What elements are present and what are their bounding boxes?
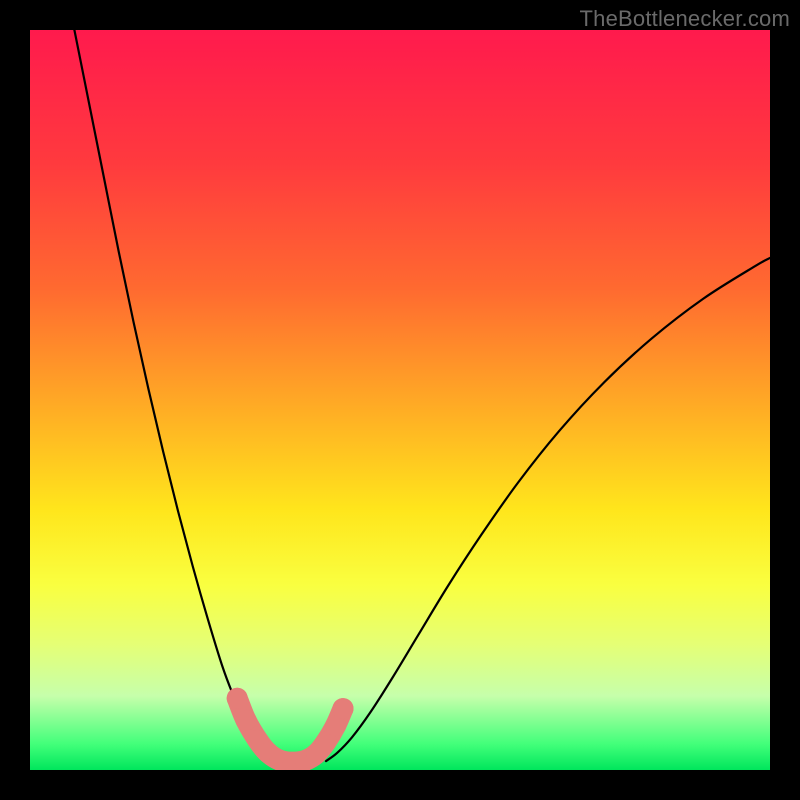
chart-frame: TheBottlenecker.com — [0, 0, 800, 800]
gradient-background — [30, 30, 770, 770]
marker-dot — [227, 688, 248, 709]
marker-dot — [236, 710, 257, 731]
plot-area — [30, 30, 770, 770]
watermark-text: TheBottlenecker.com — [580, 6, 790, 32]
chart-svg — [30, 30, 770, 770]
marker-dot — [333, 698, 354, 719]
